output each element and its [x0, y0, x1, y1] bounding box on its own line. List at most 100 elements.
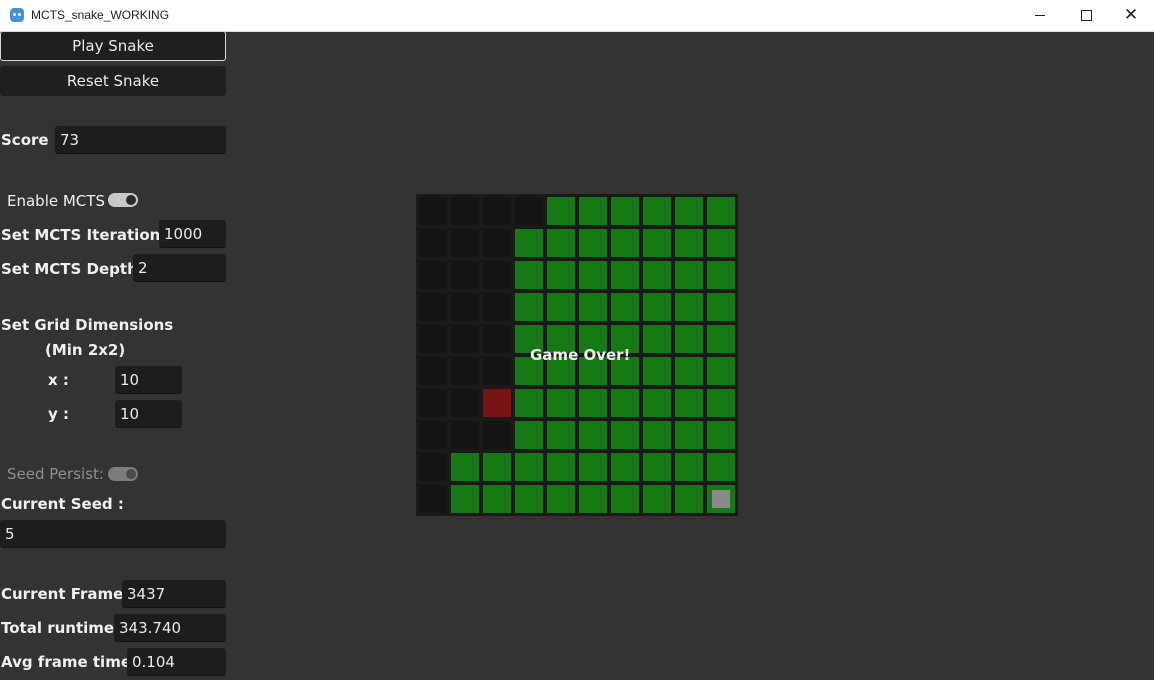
snake-body-cell: [675, 421, 703, 449]
board-cell-empty: [419, 261, 447, 289]
window-title: MCTS_snake_WORKING: [31, 8, 170, 22]
snake-body-cell: [643, 325, 671, 353]
current-frame-field[interactable]: 3437: [122, 580, 226, 608]
maximize-button[interactable]: [1063, 0, 1109, 31]
board-cell-empty: [483, 229, 511, 257]
enable-mcts-toggle[interactable]: [108, 193, 138, 207]
snake-body-cell: [643, 357, 671, 385]
snake-body-cell: [579, 485, 607, 513]
board-cell-empty: [483, 325, 511, 353]
toggle-knob: [126, 195, 136, 205]
snake-body-cell: [515, 485, 543, 513]
board-cell-empty: [419, 485, 447, 513]
snake-body-cell: [675, 485, 703, 513]
snake-body-cell: [707, 229, 735, 257]
close-button[interactable]: ✕: [1108, 0, 1154, 31]
board-cell-empty: [419, 453, 447, 481]
snake-body-cell: [547, 229, 575, 257]
board-cell-empty: [451, 229, 479, 257]
mcts-depth-field[interactable]: 2: [133, 254, 226, 282]
grid-y-field[interactable]: 10: [115, 400, 182, 428]
snake-body-cell: [451, 453, 479, 481]
snake-body-cell: [483, 453, 511, 481]
total-runtime-field[interactable]: 343.740: [114, 614, 226, 642]
snake-body-cell: [675, 293, 703, 321]
snake-body-cell: [643, 485, 671, 513]
board-cell-empty: [451, 357, 479, 385]
minimize-button[interactable]: [1017, 0, 1063, 31]
current-seed-field[interactable]: 5: [0, 520, 226, 548]
score-field[interactable]: 73: [55, 126, 226, 154]
board-cell-empty: [419, 293, 447, 321]
app-icon: [10, 8, 24, 22]
seed-persist-label: Seed Persist:: [7, 465, 104, 483]
board-cell-empty: [451, 197, 479, 225]
play-snake-button[interactable]: Play Snake: [0, 31, 226, 61]
snake-body-cell: [707, 357, 735, 385]
current-frame-label: Current Frame :: [1, 585, 135, 603]
snake-body-cell: [547, 197, 575, 225]
snake-body-cell: [547, 261, 575, 289]
snake-body-cell: [707, 421, 735, 449]
grid-x-field[interactable]: 10: [115, 366, 182, 394]
board-cell-empty: [451, 421, 479, 449]
snake-body-cell: [611, 261, 639, 289]
snake-body-cell: [547, 421, 575, 449]
snake-body-cell: [547, 485, 575, 513]
snake-body-cell: [515, 389, 543, 417]
maximize-icon: [1080, 10, 1092, 21]
reset-snake-button[interactable]: Reset Snake: [0, 66, 226, 96]
snake-body-cell: [675, 389, 703, 417]
board-cell-empty: [515, 197, 543, 225]
board-cell-empty: [483, 261, 511, 289]
seed-persist-toggle[interactable]: [108, 467, 138, 481]
board-cell-empty: [483, 293, 511, 321]
enable-mcts-label: Enable MCTS: [7, 192, 105, 210]
snake-body-cell: [483, 485, 511, 513]
current-seed-label: Current Seed :: [1, 495, 124, 513]
mcts-iterations-field[interactable]: 1000: [159, 220, 226, 248]
board-cell-empty: [451, 293, 479, 321]
snake-body-cell: [547, 293, 575, 321]
snake-body-cell: [707, 261, 735, 289]
board-cell-empty: [419, 421, 447, 449]
board-cell-empty: [451, 261, 479, 289]
snake-body-cell: [707, 453, 735, 481]
snake-body-cell: [451, 485, 479, 513]
grid-min-label: (Min 2x2): [45, 341, 126, 359]
board-cell-empty: [419, 325, 447, 353]
board-cell-empty: [483, 197, 511, 225]
snake-body-cell: [579, 453, 607, 481]
snake-body-cell: [611, 293, 639, 321]
snake-body-cell: [707, 293, 735, 321]
snake-body-cell: [675, 197, 703, 225]
snake-body-cell: [515, 421, 543, 449]
snake-body-cell: [579, 293, 607, 321]
snake-body-cell: [547, 453, 575, 481]
snake-body-cell: [643, 229, 671, 257]
snake-body-cell: [611, 421, 639, 449]
game-over-text: Game Over!: [530, 346, 631, 364]
mcts-iterations-label: Set MCTS Iterations :: [1, 226, 181, 244]
board-cell-empty: [419, 389, 447, 417]
snake-body-cell: [675, 325, 703, 353]
snake-body-cell: [675, 453, 703, 481]
board-cell-empty: [483, 357, 511, 385]
snake-body-cell: [611, 229, 639, 257]
snake-body-cell: [515, 229, 543, 257]
toggle-knob: [126, 469, 136, 479]
grid-x-label: x :: [48, 371, 69, 389]
snake-body-cell: [643, 453, 671, 481]
snake-body-cell: [579, 389, 607, 417]
avg-frame-time-field[interactable]: 0.104: [127, 648, 226, 676]
snake-body-cell: [611, 453, 639, 481]
snake-body-cell: [547, 389, 575, 417]
board-cell-empty: [451, 325, 479, 353]
snake-body-cell: [675, 261, 703, 289]
snake-body-cell: [643, 389, 671, 417]
snake-body-cell: [515, 261, 543, 289]
snake-body-cell: [707, 197, 735, 225]
grid-y-label: y :: [48, 405, 69, 423]
snake-body-cell: [579, 421, 607, 449]
total-runtime-label: Total runtime :: [1, 619, 126, 637]
